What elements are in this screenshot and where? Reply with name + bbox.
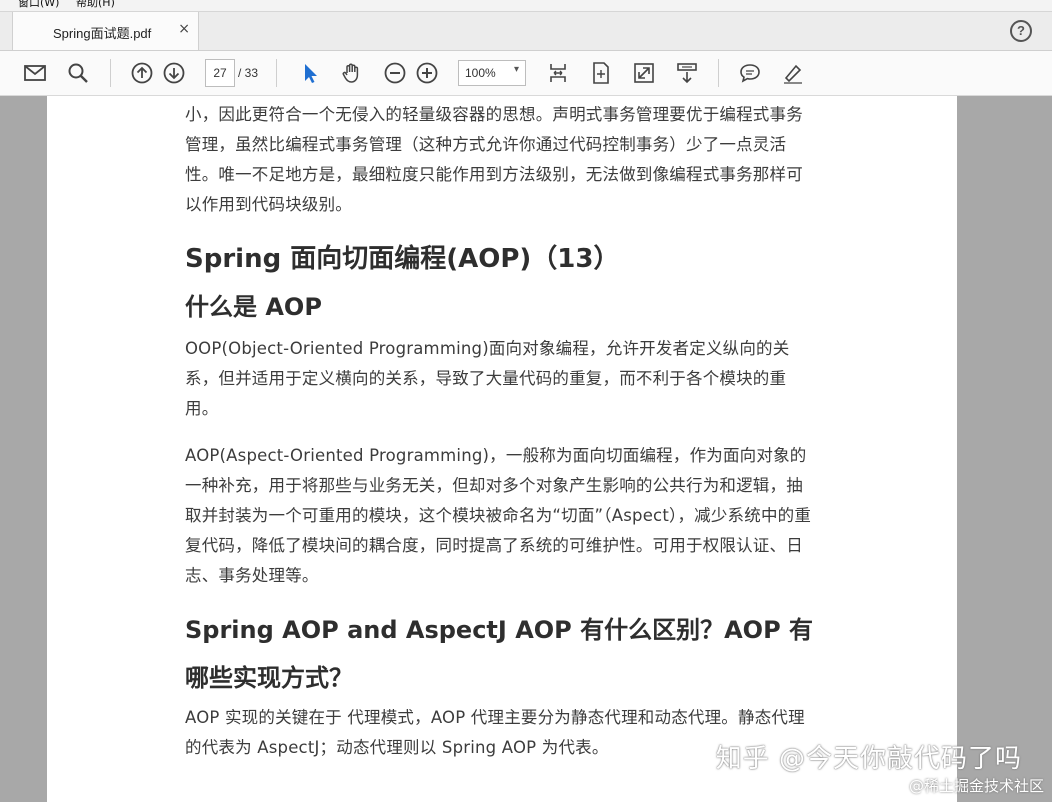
tab-bar: Spring面试题.pdf × ? (0, 12, 1052, 51)
heading-what-is-aop: 什么是 AOP (185, 293, 322, 321)
page-up-icon[interactable] (128, 59, 156, 87)
highlight-pen-icon[interactable] (779, 59, 807, 87)
help-icon[interactable]: ? (1010, 20, 1032, 42)
paragraph-declarative-transaction: 小，因此更符合一个无侵入的轻量级容器的思想。声明式事务管理要优于编程式事务管理，… (185, 105, 803, 214)
heading-aop-difference: Spring AOP and AspectJ AOP 有什么区别？AOP 有哪些… (185, 616, 814, 692)
heading-aop-section: Spring 面向切面编程(AOP)（13） (185, 244, 620, 274)
zoom-out-icon[interactable] (381, 59, 409, 87)
document-tab-label: Spring面试题.pdf (53, 26, 152, 41)
fullscreen-icon[interactable] (630, 59, 658, 87)
menu-bar: 窗口(W) 帮助(H) (0, 0, 1052, 12)
toolbar: 27 / 33 100% ▾ (0, 51, 1052, 96)
pdf-page: 小，因此更符合一个无侵入的轻量级容器的思想。声明式事务管理要优于编程式事务管理，… (47, 96, 957, 802)
menu-window[interactable]: 窗口(W) (18, 0, 59, 8)
zoom-select[interactable]: 100% ▾ (458, 60, 526, 86)
page-number-input[interactable]: 27 (205, 59, 235, 87)
paragraph-aop: AOP(Aspect-Oriented Programming)，一般称为面向切… (185, 446, 812, 585)
document-view[interactable]: 小，因此更符合一个无侵入的轻量级容器的思想。声明式事务管理要优于编程式事务管理，… (0, 96, 1052, 802)
close-tab-button[interactable]: × (178, 21, 190, 37)
search-icon[interactable] (64, 59, 92, 87)
email-icon[interactable] (21, 59, 49, 87)
page-total: / 33 (238, 66, 259, 80)
zoom-value: 100% (465, 66, 496, 80)
hand-icon[interactable] (338, 59, 366, 87)
comment-icon[interactable] (736, 59, 764, 87)
toolbar-separator (276, 59, 277, 87)
chevron-down-icon: ▾ (513, 64, 519, 75)
document-tab[interactable]: Spring面试题.pdf × (12, 12, 199, 50)
paragraph-oop: OOP(Object-Oriented Programming)面向对象编程，允… (185, 339, 790, 418)
zhihu-watermark: 知乎 @今天你敲代码了吗 (715, 744, 1022, 774)
menu-help[interactable]: 帮助(H) (76, 0, 115, 8)
select-pointer-icon[interactable] (296, 59, 324, 87)
toolbar-separator (110, 59, 111, 87)
zoom-in-icon[interactable] (413, 59, 441, 87)
toolbar-separator (718, 59, 719, 87)
scroll-mode-icon[interactable] (673, 59, 701, 87)
page-down-icon[interactable] (160, 59, 188, 87)
juejin-watermark: @稀土掘金技术社区 (908, 777, 1044, 795)
fit-width-icon[interactable] (544, 59, 572, 87)
fit-page-icon[interactable] (587, 59, 615, 87)
